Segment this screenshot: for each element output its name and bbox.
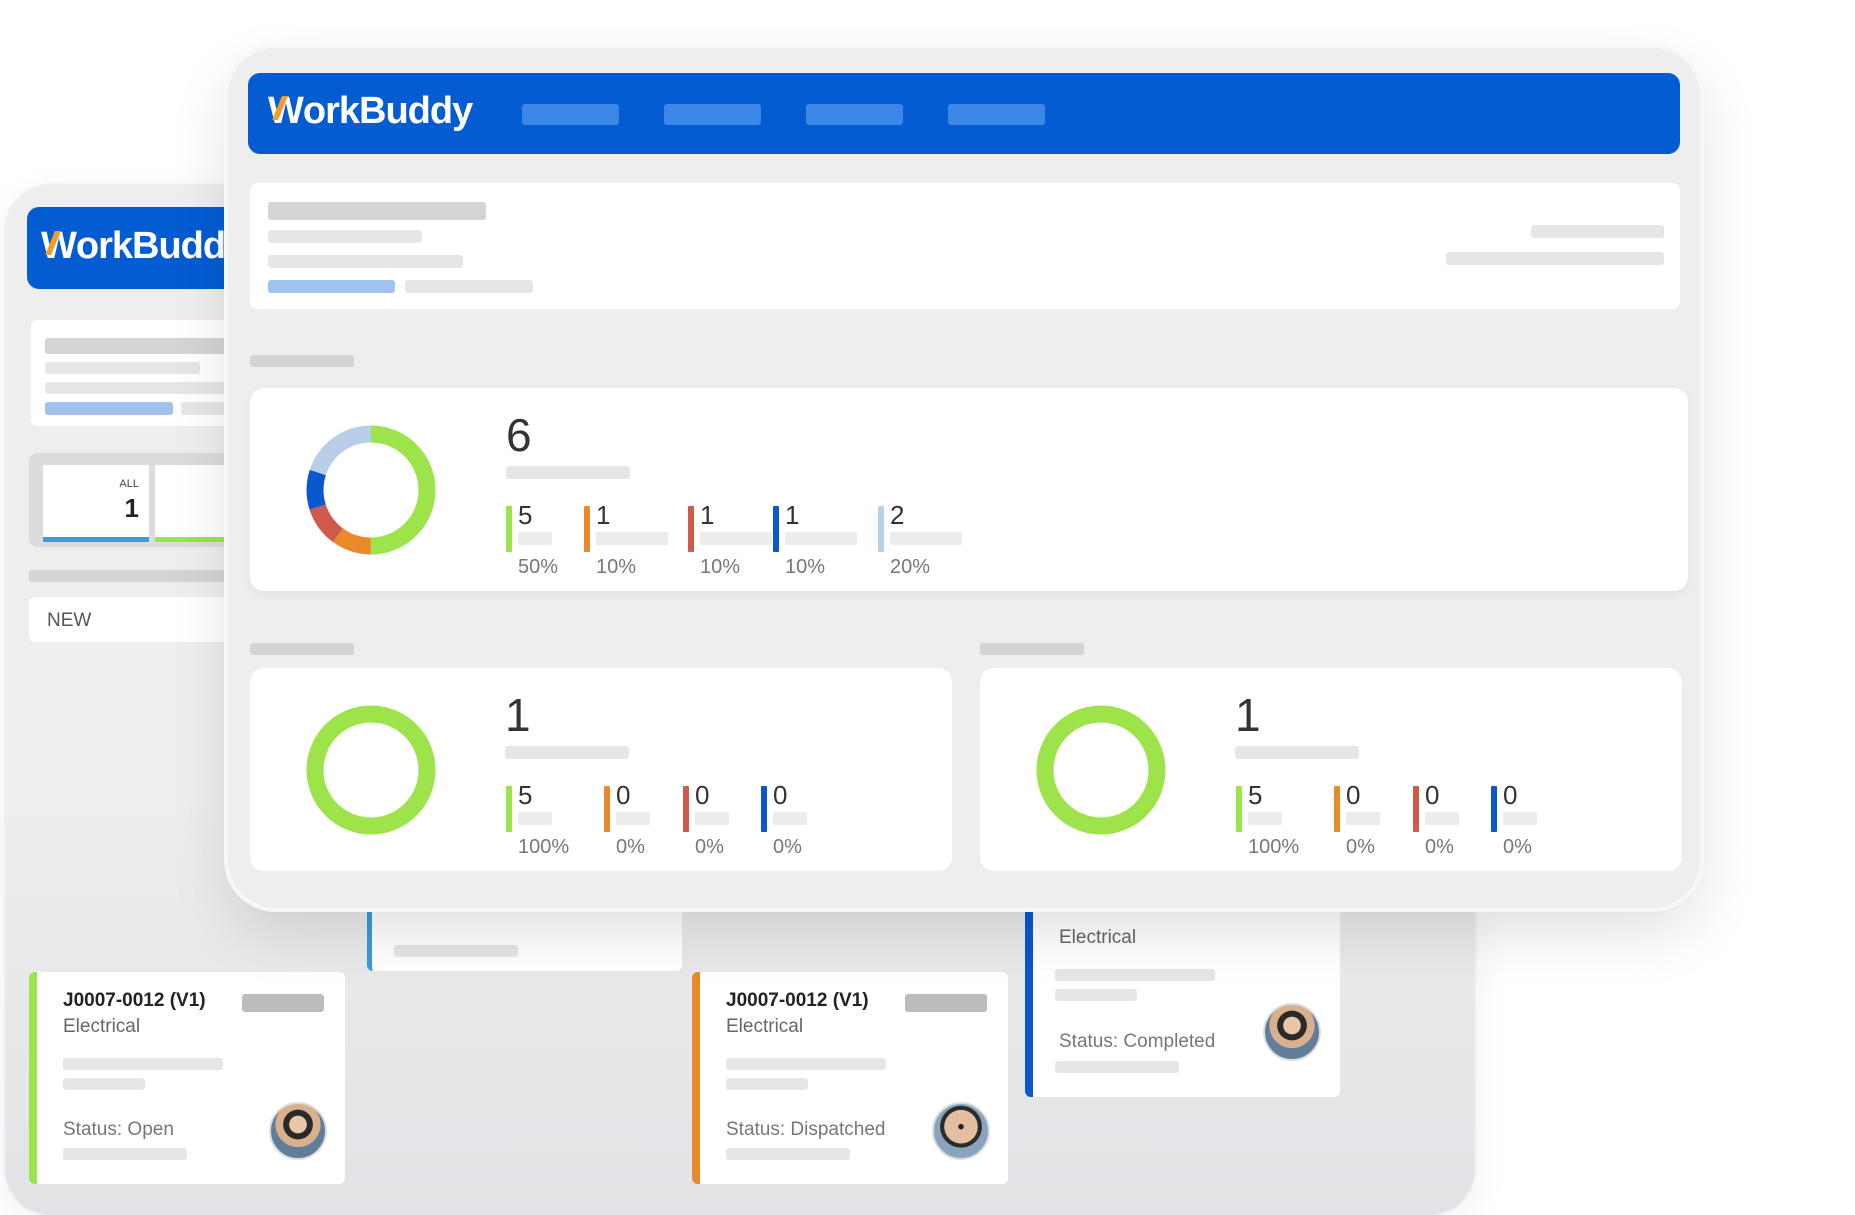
- stat-percent: 0%: [1425, 836, 1454, 858]
- job-summary-card: [250, 183, 1680, 309]
- job-card-status: Status: Completed: [1059, 1031, 1216, 1052]
- stat-percent: 0%: [695, 836, 724, 858]
- stat-value: 0: [1346, 780, 1361, 810]
- stat-percent: 20%: [890, 556, 931, 578]
- job-card-title: J0007-0012 (V1): [726, 990, 869, 1011]
- stat-value: 0: [1425, 780, 1440, 810]
- job-card-open[interactable]: J0007-0012 (V1) Electrical Status: Open: [29, 972, 345, 1184]
- stat-color-bar: [773, 506, 779, 552]
- stat-percent: 10%: [596, 556, 637, 578]
- column-new-label: NEW: [47, 610, 92, 631]
- section-label: [250, 643, 354, 655]
- stat-percent: 0%: [616, 836, 645, 858]
- stat-value: 0: [616, 780, 631, 810]
- stat-value: 2: [890, 500, 905, 530]
- stat-percent: 50%: [518, 556, 559, 578]
- tab-all[interactable]: ALL 1: [43, 465, 149, 542]
- stat-value: 1: [700, 500, 715, 530]
- left-total: 1: [505, 689, 531, 741]
- logo[interactable]: WorkBuddy: [268, 90, 473, 133]
- right-stats-panel: 1 5 100% 0 0% 0 0% 0 0%: [980, 668, 1682, 871]
- stat-percent: 10%: [700, 556, 741, 578]
- front-window: WorkBuddy 6 5 50% 1 10% 1 10% 1 10% 2 20% 1 5 100%…: [228, 48, 1700, 908]
- stat-percent: 100%: [518, 836, 570, 858]
- section-label: [980, 643, 1084, 655]
- job-card-status: Status: Dispatched: [726, 1119, 886, 1140]
- job-card-completed[interactable]: Electrical Status: Completed: [1025, 885, 1340, 1097]
- stat-value: 5: [1248, 780, 1263, 810]
- stat-color-bar: [688, 506, 694, 552]
- nav-item-4[interactable]: [948, 104, 1045, 125]
- app-header: WorkBuddy: [248, 73, 1680, 154]
- nav-item-1[interactable]: [522, 104, 619, 125]
- job-card-status: Status: Open: [63, 1119, 174, 1140]
- left-donut-chart: [306, 705, 436, 835]
- left-stats-panel: 1 5 100% 0 0% 0 0% 0 0%: [250, 668, 952, 871]
- assignee-avatar[interactable]: [269, 1102, 327, 1160]
- tab-all-label: ALL: [119, 478, 139, 490]
- donut-slice-green: [1036, 705, 1166, 835]
- job-card-dispatched[interactable]: J0007-0012 (V1) Electrical Status: Dispa…: [692, 972, 1008, 1184]
- nav-item-3[interactable]: [806, 104, 903, 125]
- stat-value: 1: [596, 500, 611, 530]
- overview-total: 6: [506, 409, 532, 461]
- stat-percent: 100%: [1248, 836, 1300, 858]
- right-donut-chart: [1036, 705, 1166, 835]
- stat-color-bar: [761, 786, 767, 832]
- assignee-avatar[interactable]: [932, 1102, 990, 1160]
- tab-all-count: 1: [124, 493, 139, 523]
- job-card-trade: Electrical: [726, 1016, 804, 1037]
- stat-value: 5: [518, 500, 533, 530]
- job-card-trade: Electrical: [63, 1016, 141, 1037]
- stat-value: 0: [695, 780, 710, 810]
- job-card-trade: Electrical: [1059, 927, 1137, 948]
- nav-item-2[interactable]: [664, 104, 761, 125]
- overview-donut-chart: [306, 425, 436, 555]
- job-card-title: J0007-0012 (V1): [63, 990, 206, 1011]
- stat-color-bar: [1334, 786, 1340, 832]
- stat-percent: 0%: [773, 836, 802, 858]
- stat-percent: 0%: [1346, 836, 1375, 858]
- stat-color-bar: [584, 506, 590, 552]
- stat-color-bar: [878, 506, 884, 552]
- stat-color-bar: [604, 786, 610, 832]
- stat-color-bar: [506, 786, 512, 832]
- stat-color-bar: [1413, 786, 1419, 832]
- stat-percent: 0%: [1503, 836, 1532, 858]
- stat-percent: 10%: [785, 556, 826, 578]
- stat-value: 5: [518, 780, 533, 810]
- stat-color-bar: [506, 506, 512, 552]
- stat-color-bar: [683, 786, 689, 832]
- stat-value: 0: [1503, 780, 1518, 810]
- assignee-avatar[interactable]: [1263, 1003, 1321, 1061]
- donut-slice-green: [306, 705, 436, 835]
- stat-color-bar: [1491, 786, 1497, 832]
- right-total: 1: [1235, 689, 1261, 741]
- overview-panel: 6 5 50% 1 10% 1 10% 1 10% 2 20%: [250, 388, 1688, 591]
- stat-value: 0: [773, 780, 788, 810]
- back-logo[interactable]: WorkBuddy: [41, 225, 246, 268]
- stat-value: 1: [785, 500, 800, 530]
- stat-color-bar: [1236, 786, 1242, 832]
- section-label: [250, 355, 354, 367]
